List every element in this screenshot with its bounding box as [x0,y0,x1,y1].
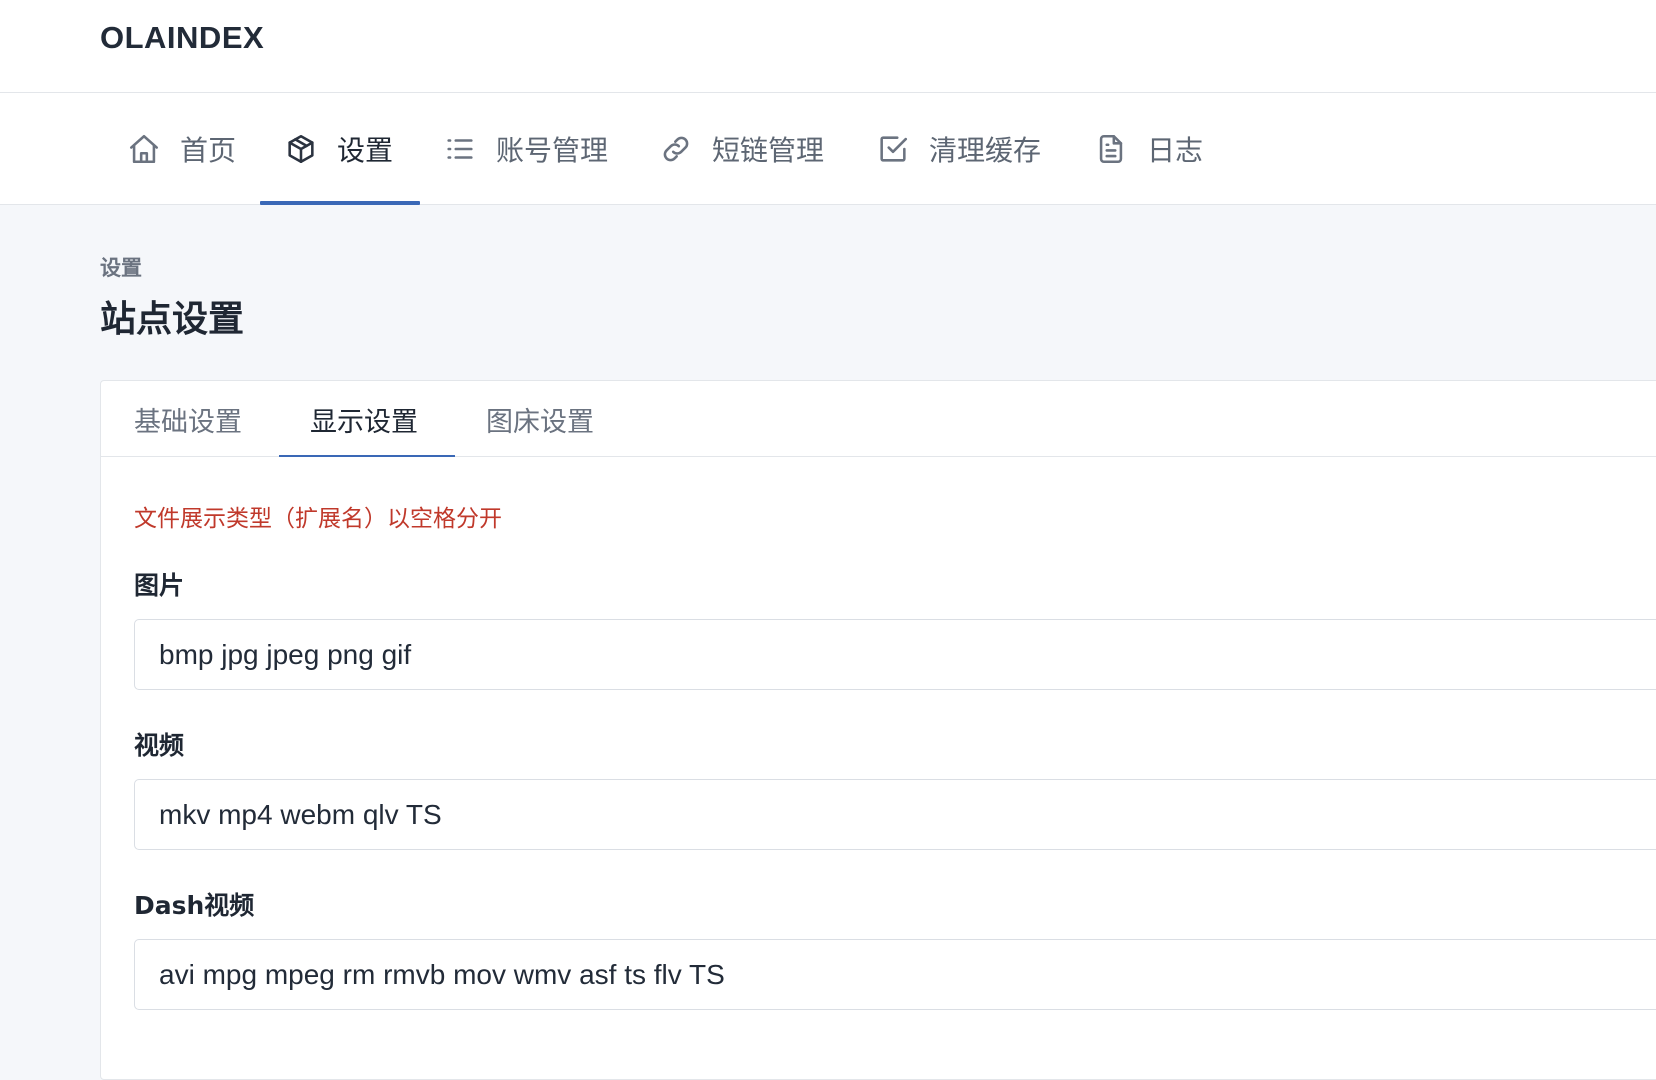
link-icon [658,131,694,167]
page-title: 站点设置 [100,299,245,340]
dash-video-types-label: Dash视频 [134,891,255,920]
list-icon [442,131,478,167]
image-types-label: 图片 [134,571,185,600]
tab-display-settings[interactable]: 显示设置 [310,381,418,457]
checkbox-icon [875,131,911,167]
nav-item-logs[interactable]: 日志 [1093,93,1203,205]
home-icon [126,131,162,167]
main-nav: 首页 设置 账号管理 短链管理 清理缓存 日志 [0,93,1656,205]
box-icon [283,131,319,167]
nav-item-label: 首页 [180,134,237,167]
settings-card: 基础设置 显示设置 图床设置 文件展示类型（扩展名）以空格分开 图片 视频 Da… [100,380,1656,1080]
nav-item-settings[interactable]: 设置 [283,93,393,205]
brand-logo[interactable]: OLAINDEX [100,20,264,56]
file-icon [1093,131,1129,167]
nav-item-label: 清理缓存 [929,134,1042,167]
settings-tabs: 基础设置 显示设置 图床设置 [101,381,1656,457]
nav-item-label: 日志 [1147,134,1204,167]
nav-item-shortlinks[interactable]: 短链管理 [658,93,824,205]
tab-image-hosting-settings[interactable]: 图床设置 [486,381,594,457]
nav-active-indicator [260,201,420,205]
nav-item-label: 短链管理 [712,134,825,167]
nav-item-accounts[interactable]: 账号管理 [442,93,608,205]
nav-item-label: 账号管理 [496,134,609,167]
page-pretitle: 设置 [100,256,142,280]
image-types-input[interactable] [134,619,1656,690]
nav-item-home[interactable]: 首页 [126,93,236,205]
top-header: OLAINDEX [0,0,1656,93]
nav-item-clear-cache[interactable]: 清理缓存 [875,93,1041,205]
dash-video-types-input[interactable] [134,939,1656,1010]
video-types-input[interactable] [134,779,1656,850]
form-hint: 文件展示类型（扩展名）以空格分开 [134,506,502,532]
nav-item-label: 设置 [337,134,394,167]
video-types-label: 视频 [134,731,185,760]
tab-basic-settings[interactable]: 基础设置 [134,381,242,457]
tab-active-indicator [279,455,455,457]
